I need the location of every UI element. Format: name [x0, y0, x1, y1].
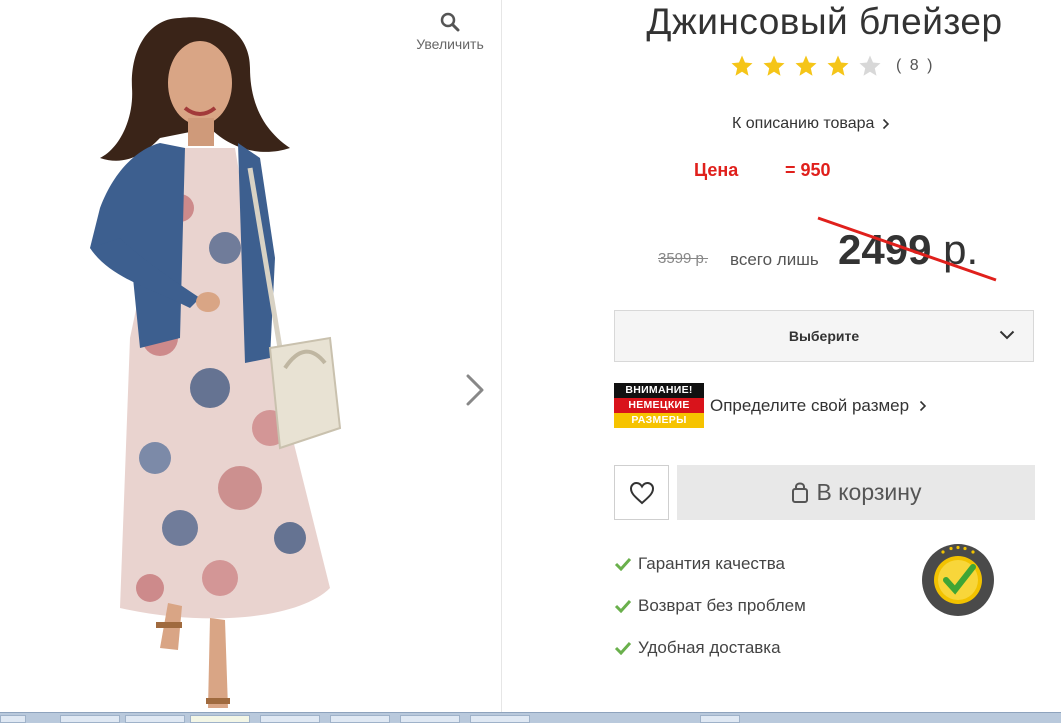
star-icon — [795, 55, 817, 76]
benefit-item: Гарантия качества — [614, 543, 806, 585]
product-title: Джинсовый блейзер — [646, 1, 1003, 42]
price-prefix: всего лишь — [730, 250, 819, 269]
product-photo[interactable] — [60, 8, 360, 712]
review-count[interactable]: ( 8 ) — [896, 57, 934, 75]
chevron-right-icon[interactable] — [460, 372, 490, 408]
benefits-list: Гарантия качества Возврат без проблем Уд… — [614, 543, 806, 669]
red-strike-line — [817, 216, 997, 282]
size-select[interactable]: Выберите — [614, 310, 1034, 362]
benefit-label: Удобная доставка — [638, 638, 781, 657]
zoom-button[interactable]: Увеличить — [410, 12, 490, 52]
old-price: 3599 р. — [658, 250, 709, 267]
badge-line-1: ВНИМАНИЕ! — [614, 383, 704, 398]
promo-price-label: Цена — [694, 160, 739, 180]
product-gallery: Увеличить — [0, 0, 502, 712]
benefit-item: Возврат без проблем — [614, 585, 806, 627]
shopping-bag-icon — [791, 481, 808, 503]
star-empty-icon — [859, 55, 881, 76]
quality-seal-icon — [922, 544, 994, 616]
size-guide-label: Определите свой размер — [710, 395, 910, 415]
heart-icon — [629, 481, 654, 504]
star-icon — [827, 55, 849, 76]
add-to-cart-button[interactable]: В корзину — [677, 465, 1035, 520]
chevron-right-icon — [920, 400, 927, 411]
german-sizes-badge: ВНИМАНИЕ! НЕМЕЦКИЕ РАЗМЕРЫ — [614, 383, 704, 428]
size-guide-link[interactable]: ВНИМАНИЕ! НЕМЕЦКИЕ РАЗМЕРЫ Определите св… — [614, 383, 927, 428]
description-link[interactable]: К описанию товара — [732, 115, 890, 133]
promo-price-value: = 950 — [785, 160, 831, 180]
wishlist-button[interactable] — [614, 465, 669, 520]
star-icon — [763, 55, 785, 76]
chevron-right-icon — [883, 118, 890, 130]
benefit-item: Удобная доставка — [614, 627, 806, 669]
check-icon — [614, 599, 632, 613]
os-taskbar — [0, 712, 1061, 723]
badge-line-2: НЕМЕЦКИЕ — [614, 398, 704, 413]
benefit-label: Возврат без проблем — [638, 596, 806, 615]
description-link-label: К описанию товара — [732, 115, 875, 132]
add-to-cart-label: В корзину — [816, 479, 922, 505]
badge-line-3: РАЗМЕРЫ — [614, 413, 704, 428]
search-icon — [440, 12, 460, 32]
zoom-label: Увеличить — [416, 36, 484, 52]
check-icon — [614, 641, 632, 655]
chevron-down-icon — [999, 330, 1015, 340]
benefit-label: Гарантия качества — [638, 554, 785, 573]
product-rating[interactable]: ( 8 ) — [730, 52, 934, 80]
size-select-value: Выберите — [788, 328, 860, 344]
star-icon — [731, 55, 753, 76]
check-icon — [614, 557, 632, 571]
